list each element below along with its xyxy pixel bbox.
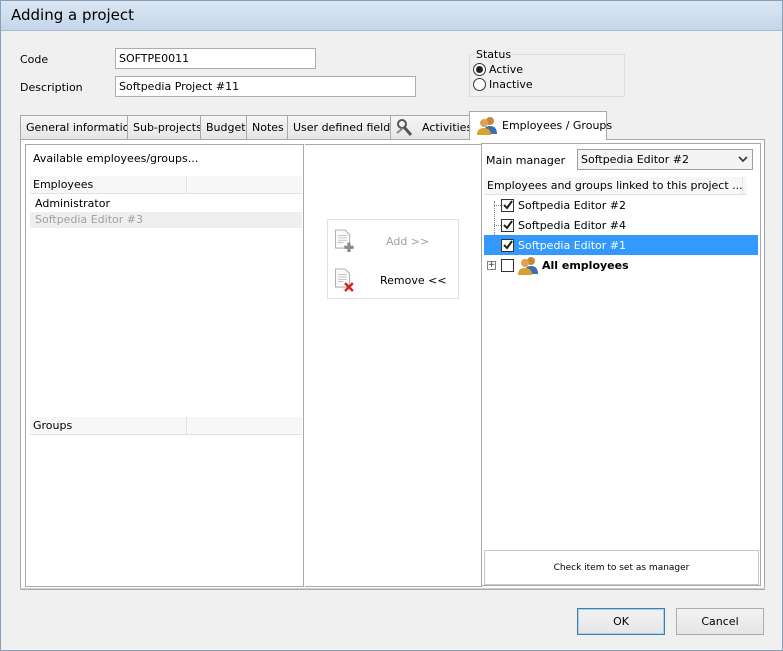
tab-user-defined-fields[interactable]: User defined fields <box>287 115 396 140</box>
tab-label: User defined fields <box>293 121 396 134</box>
tab-employees-groups[interactable]: Employees / Groups <box>469 111 612 140</box>
remove-button[interactable]: Remove << <box>334 264 454 296</box>
checkbox-checked-icon[interactable] <box>501 218 514 232</box>
manager-hint: Check item to set as manager <box>484 550 759 585</box>
linked-header: Employees and groups linked to this proj… <box>484 177 747 195</box>
checkbox-checked-icon[interactable] <box>501 238 514 252</box>
tab-label: Notes <box>252 121 284 134</box>
employees-header-label: Employees <box>33 178 94 191</box>
tab-budget[interactable]: Budget <box>200 115 247 140</box>
status-inactive-radio[interactable]: Inactive <box>473 78 533 91</box>
status-inactive-label: Inactive <box>489 78 533 91</box>
employees-header: Employees <box>30 176 302 194</box>
groups-header-label: Groups <box>33 419 73 432</box>
people-icon <box>518 257 538 275</box>
employee-name: Softpedia Editor #3 <box>35 213 143 226</box>
people-icon <box>477 117 497 135</box>
add-button-label: Add >> <box>386 234 430 248</box>
tab-notes[interactable]: Notes <box>246 115 288 140</box>
tab-label: Activities <box>422 121 473 134</box>
linked-pane: Main manager Softpedia Editor #2 Employe… <box>481 143 761 586</box>
column-separator <box>742 177 743 195</box>
available-title: Available employees/groups... <box>33 152 199 165</box>
column-separator <box>186 176 187 194</box>
actions-pane <box>305 144 482 587</box>
status-label: Status <box>475 48 513 61</box>
tab-general-information[interactable]: General information <box>20 115 136 140</box>
linked-item-label: Softpedia Editor #2 <box>518 198 626 212</box>
dialog-window: Adding a project Code SOFTPE0011 Descrip… <box>0 0 783 651</box>
code-label: Code <box>20 53 49 66</box>
column-separator <box>186 417 187 435</box>
manager-hint-text: Check item to set as manager <box>553 562 690 573</box>
tab-sub-projects[interactable]: Sub-projects <box>127 115 202 140</box>
status-active-label: Active <box>489 63 524 76</box>
tab-label: Budget <box>206 121 246 134</box>
add-remove-box: Add >> Remove << <box>327 219 459 299</box>
cancel-button[interactable]: Cancel <box>676 608 764 635</box>
checkbox-unchecked-icon[interactable] <box>501 258 514 272</box>
available-pane: Available employees/groups... Employees … <box>25 144 304 587</box>
add-document-icon <box>335 229 354 252</box>
description-field[interactable]: Softpedia Project #11 <box>115 76 416 97</box>
linked-item-label: Softpedia Editor #1 <box>518 238 626 252</box>
ok-button[interactable]: OK <box>577 608 665 635</box>
radio-checked-icon <box>473 63 486 76</box>
employee-row-administrator[interactable]: Administrator <box>30 196 302 212</box>
remove-document-icon <box>335 268 354 292</box>
chevron-down-icon <box>738 156 748 163</box>
window-title: Adding a project <box>1 1 782 31</box>
linked-item-label: All employees <box>542 258 629 272</box>
code-field[interactable]: SOFTPE0011 <box>115 48 316 69</box>
divider <box>20 588 765 589</box>
tab-label: Employees / Groups <box>502 119 613 132</box>
tab-activities[interactable]: Activities <box>390 115 473 140</box>
ok-button-label: OK <box>613 615 629 628</box>
add-button[interactable]: Add >> <box>334 226 454 256</box>
description-label: Description <box>20 81 83 94</box>
linked-item-all-employees[interactable]: + All employees <box>484 255 758 275</box>
main-manager-label: Main manager <box>486 154 566 167</box>
linked-item-editor-2[interactable]: Softpedia Editor #2 <box>484 195 758 215</box>
groups-header: Groups <box>30 417 302 435</box>
checkbox-checked-icon[interactable] <box>501 198 514 212</box>
radio-unchecked-icon <box>473 78 486 91</box>
expand-icon[interactable]: + <box>487 260 496 270</box>
linked-item-editor-1[interactable]: Softpedia Editor #1 <box>484 235 758 255</box>
linked-item-label: Softpedia Editor #4 <box>518 218 626 232</box>
linked-header-label: Employees and groups linked to this proj… <box>487 179 743 192</box>
employee-name: Administrator <box>35 197 110 210</box>
tab-label: General information <box>26 121 137 134</box>
employee-row-softpedia-editor-3[interactable]: Softpedia Editor #3 <box>30 212 302 228</box>
linked-item-editor-4[interactable]: Softpedia Editor #4 <box>484 215 758 235</box>
main-manager-value: Softpedia Editor #2 <box>581 153 689 166</box>
cancel-button-label: Cancel <box>701 615 739 628</box>
remove-button-label: Remove << <box>380 273 447 287</box>
status-active-radio[interactable]: Active <box>473 63 523 76</box>
tab-label: Sub-projects <box>133 121 202 134</box>
main-manager-dropdown[interactable]: Softpedia Editor #2 <box>577 149 753 170</box>
activities-icon <box>396 119 413 136</box>
